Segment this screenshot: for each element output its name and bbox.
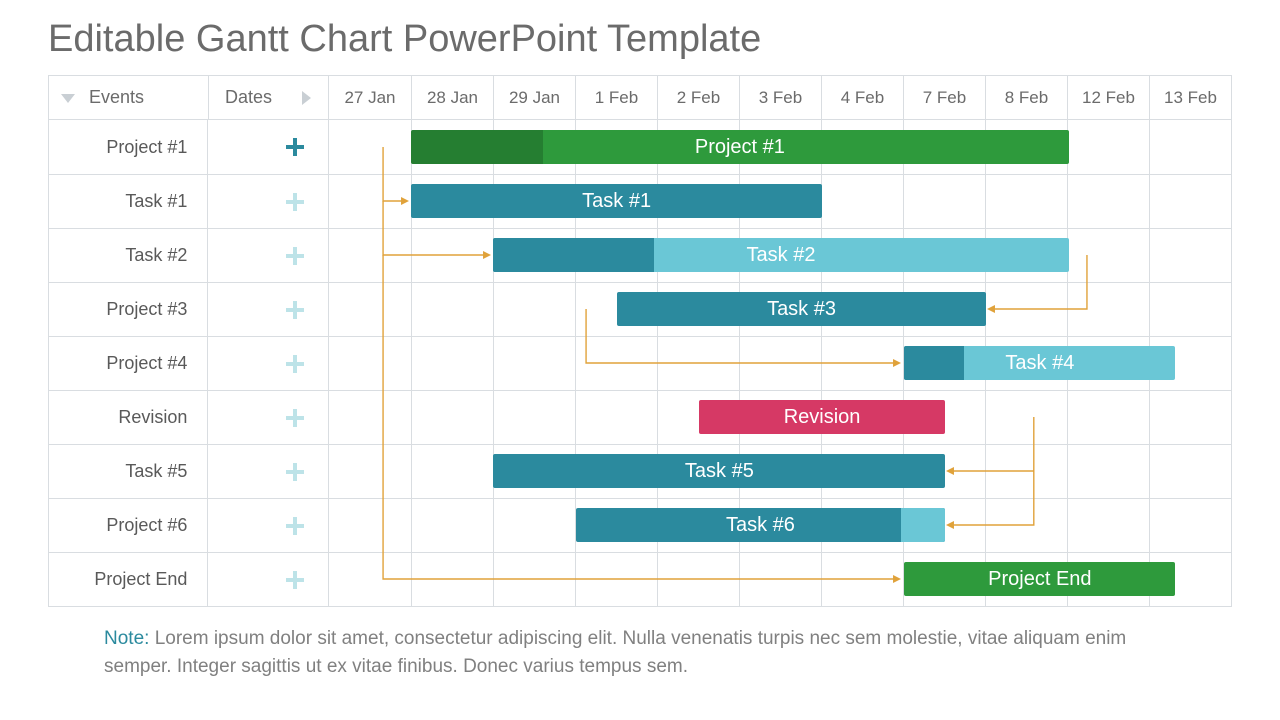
plus-icon[interactable]: [286, 247, 304, 265]
chevron-down-icon[interactable]: [61, 91, 75, 105]
plus-icon[interactable]: [286, 193, 304, 211]
gantt-body: Project #1Task #1Task #2Project #3Projec…: [49, 120, 1231, 606]
plus-icon[interactable]: [286, 301, 304, 319]
gantt-row: Project #4: [49, 336, 1231, 390]
plus-icon[interactable]: [286, 355, 304, 373]
note-text: Lorem ipsum dolor sit amet, consectetur …: [104, 628, 1126, 677]
date-cell: 13 Feb: [1149, 76, 1231, 119]
note: Note: Lorem ipsum dolor sit amet, consec…: [104, 625, 1164, 680]
row-label: Project #4: [49, 337, 208, 390]
gantt-chart: Events Dates 27 Jan28 Jan29 Jan1 Feb2 Fe…: [48, 75, 1232, 607]
row-expand[interactable]: [208, 229, 328, 282]
plus-icon[interactable]: [286, 138, 304, 156]
row-expand[interactable]: [208, 553, 328, 606]
row-expand[interactable]: [208, 499, 328, 552]
date-cell: 12 Feb: [1067, 76, 1149, 119]
date-cell: 7 Feb: [903, 76, 985, 119]
row-label: Task #2: [49, 229, 208, 282]
plus-icon[interactable]: [286, 571, 304, 589]
date-cell: 1 Feb: [575, 76, 657, 119]
row-expand[interactable]: [208, 175, 328, 228]
gantt-row: Task #5: [49, 444, 1231, 498]
gantt-row: Project End: [49, 552, 1231, 606]
gantt-row: Project #1: [49, 120, 1231, 174]
row-label: Project End: [49, 553, 208, 606]
header-dates-label: Dates: [225, 87, 272, 108]
row-label: Project #1: [49, 120, 208, 174]
row-label: Project #3: [49, 283, 208, 336]
plus-icon[interactable]: [286, 409, 304, 427]
gantt-row: Revision: [49, 390, 1231, 444]
date-cell: 2 Feb: [657, 76, 739, 119]
plus-icon[interactable]: [286, 463, 304, 481]
date-cell: 3 Feb: [739, 76, 821, 119]
chevron-right-icon[interactable]: [298, 91, 312, 105]
row-expand[interactable]: [208, 120, 328, 174]
row-expand[interactable]: [208, 391, 328, 444]
row-label: Task #1: [49, 175, 208, 228]
header-events[interactable]: Events: [49, 76, 209, 119]
gantt-row: Task #2: [49, 228, 1231, 282]
row-label: Revision: [49, 391, 208, 444]
row-expand[interactable]: [208, 445, 328, 498]
gantt-header: Events Dates 27 Jan28 Jan29 Jan1 Feb2 Fe…: [49, 76, 1231, 120]
date-cell: 29 Jan: [493, 76, 575, 119]
note-label: Note:: [104, 628, 149, 649]
gantt-row: Project #3: [49, 282, 1231, 336]
gantt-row: Project #6: [49, 498, 1231, 552]
row-expand[interactable]: [208, 337, 328, 390]
date-cell: 4 Feb: [821, 76, 903, 119]
header-timeline: 27 Jan28 Jan29 Jan1 Feb2 Feb3 Feb4 Feb7 …: [329, 76, 1231, 119]
header-dates[interactable]: Dates: [209, 76, 329, 119]
date-cell: 28 Jan: [411, 76, 493, 119]
date-cell: 8 Feb: [985, 76, 1067, 119]
header-events-label: Events: [89, 87, 144, 108]
row-label: Task #5: [49, 445, 208, 498]
gantt-row: Task #1: [49, 174, 1231, 228]
page-title: Editable Gantt Chart PowerPoint Template: [48, 18, 1232, 61]
date-cell: 27 Jan: [329, 76, 411, 119]
plus-icon[interactable]: [286, 517, 304, 535]
row-label: Project #6: [49, 499, 208, 552]
row-expand[interactable]: [208, 283, 328, 336]
